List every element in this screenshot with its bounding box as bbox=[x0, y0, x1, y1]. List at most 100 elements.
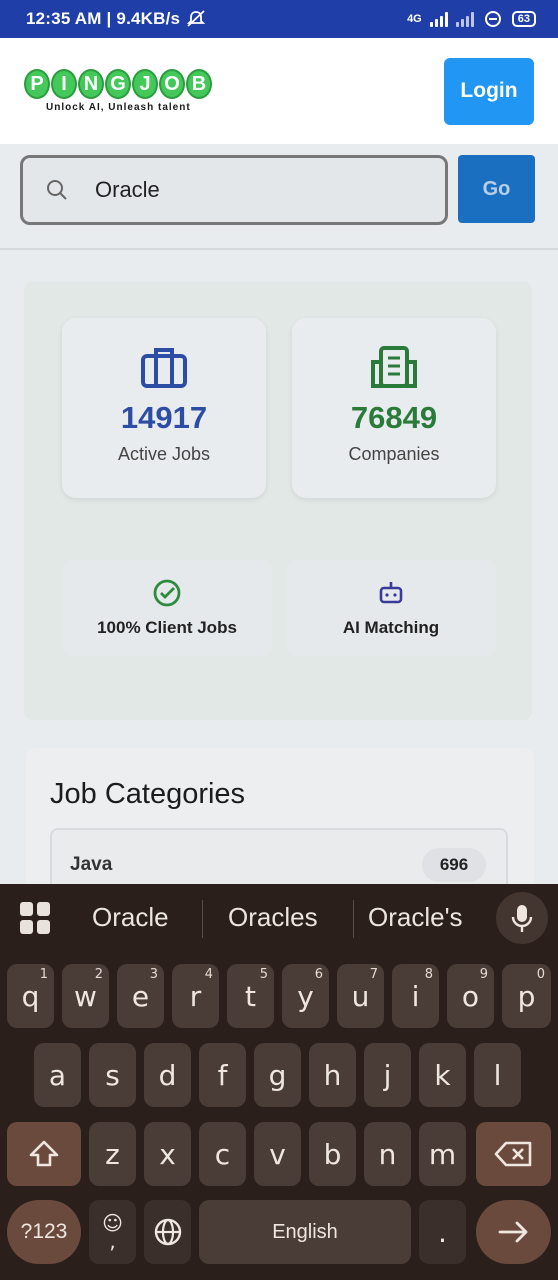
suggestion-bar: Oracle Oracles Oracle's bbox=[0, 884, 558, 952]
key-v[interactable]: v bbox=[254, 1122, 301, 1186]
active-jobs-count: 14917 bbox=[120, 400, 208, 435]
category-name: Java bbox=[70, 854, 113, 875]
key-char: w bbox=[74, 979, 97, 1013]
key-h[interactable]: h bbox=[309, 1043, 356, 1107]
key-e[interactable]: e3 bbox=[117, 964, 164, 1028]
enter-key[interactable] bbox=[476, 1200, 551, 1264]
status-bar: 12:35 AM | 9.4KB/s 4G 63 bbox=[0, 0, 558, 38]
go-button[interactable]: Go bbox=[458, 155, 535, 223]
period-key[interactable]: . bbox=[419, 1200, 466, 1264]
key-s[interactable]: s bbox=[89, 1043, 136, 1107]
category-item-java[interactable]: Java 696 bbox=[50, 828, 508, 884]
search-value: Oracle bbox=[95, 177, 160, 202]
search-row: Oracle Go bbox=[20, 155, 535, 225]
space-key[interactable]: English bbox=[199, 1200, 411, 1264]
job-categories-section: Job Categories Java 696 bbox=[26, 748, 534, 884]
key-f[interactable]: f bbox=[199, 1043, 246, 1107]
key-hint: 6 bbox=[314, 967, 323, 982]
key-u[interactable]: u7 bbox=[337, 964, 384, 1028]
check-circle-icon bbox=[153, 579, 181, 607]
apps-grid-icon[interactable] bbox=[20, 902, 52, 934]
suggestion-3[interactable]: Oracle's bbox=[368, 902, 463, 933]
key-hint: 1 bbox=[39, 967, 48, 982]
key-j[interactable]: j bbox=[364, 1043, 411, 1107]
backspace-icon bbox=[494, 1141, 531, 1167]
logo-letter: B bbox=[186, 69, 212, 99]
key-x[interactable]: x bbox=[144, 1122, 191, 1186]
key-t[interactable]: t5 bbox=[227, 964, 274, 1028]
logo-letter: P bbox=[24, 69, 50, 99]
pingjob-logo[interactable]: P I N G J O B Unlock AI, Unleash talent bbox=[24, 69, 212, 113]
shift-key[interactable] bbox=[7, 1122, 81, 1186]
emoji-key[interactable]: ☺ , bbox=[89, 1200, 136, 1264]
hotspot-icon bbox=[484, 11, 501, 27]
building-icon bbox=[371, 346, 417, 388]
key-c[interactable]: c bbox=[199, 1122, 246, 1186]
logo-letter: G bbox=[105, 69, 131, 99]
job-categories-title: Job Categories bbox=[50, 778, 246, 810]
key-char: o bbox=[461, 979, 480, 1013]
logo-tagline: Unlock AI, Unleash talent bbox=[46, 102, 191, 113]
logo-letter: J bbox=[132, 69, 158, 99]
app-header: P I N G J O B Unlock AI, Unleash talent … bbox=[0, 38, 558, 144]
briefcase-icon bbox=[141, 348, 187, 388]
key-w[interactable]: w2 bbox=[62, 964, 109, 1028]
key-m[interactable]: m bbox=[419, 1122, 466, 1186]
key-q[interactable]: q1 bbox=[7, 964, 54, 1028]
shift-arrow-icon bbox=[29, 1140, 59, 1167]
active-jobs-label: Active Jobs bbox=[117, 444, 211, 464]
network-label: 4G bbox=[407, 13, 422, 25]
key-a[interactable]: a bbox=[34, 1043, 81, 1107]
key-char: r bbox=[189, 979, 202, 1013]
key-d[interactable]: d bbox=[144, 1043, 191, 1107]
key-y[interactable]: y6 bbox=[282, 964, 329, 1028]
suggestion-2[interactable]: Oracles bbox=[228, 902, 318, 933]
key-z[interactable]: z bbox=[89, 1122, 136, 1186]
key-b[interactable]: b bbox=[309, 1122, 356, 1186]
login-button[interactable]: Login bbox=[444, 57, 534, 125]
robot-icon bbox=[379, 582, 403, 604]
divider bbox=[0, 248, 558, 250]
symbols-key[interactable]: ?123 bbox=[7, 1200, 81, 1264]
key-hint: 2 bbox=[94, 967, 103, 982]
key-g[interactable]: g bbox=[254, 1043, 301, 1107]
stat-card-active-jobs[interactable]: 14917 Active Jobs bbox=[62, 318, 266, 498]
feature-client-jobs[interactable]: 100% Client Jobs bbox=[62, 560, 272, 656]
stat-card-companies[interactable]: 76849 Companies bbox=[292, 318, 496, 498]
key-k[interactable]: k bbox=[419, 1043, 466, 1107]
key-r[interactable]: r4 bbox=[172, 964, 219, 1028]
companies-count: 76849 bbox=[350, 400, 438, 435]
search-input[interactable]: Oracle bbox=[20, 155, 448, 225]
key-char: u bbox=[351, 979, 370, 1013]
key-char: y bbox=[297, 979, 314, 1013]
key-hint: 0 bbox=[536, 967, 545, 982]
backspace-key[interactable] bbox=[476, 1122, 551, 1186]
category-count-badge: 696 bbox=[422, 848, 486, 882]
signal2-icon bbox=[455, 11, 474, 27]
key-hint: 7 bbox=[369, 967, 378, 982]
key-hint: 3 bbox=[149, 967, 158, 982]
stats-section: 14917 Active Jobs 76849 Companies 100% C… bbox=[24, 282, 532, 720]
key-l[interactable]: l bbox=[474, 1043, 521, 1107]
emoji-key-sub: , bbox=[109, 1229, 116, 1253]
key-n[interactable]: n bbox=[364, 1122, 411, 1186]
suggestion-1[interactable]: Oracle bbox=[92, 902, 169, 933]
key-char: p bbox=[517, 979, 536, 1013]
mute-icon bbox=[187, 10, 206, 27]
language-globe-key[interactable] bbox=[144, 1200, 191, 1264]
logo-letter: I bbox=[51, 69, 77, 99]
key-char: e bbox=[131, 979, 150, 1013]
key-p[interactable]: p0 bbox=[502, 964, 551, 1028]
key-hint: 5 bbox=[259, 967, 268, 982]
suggestion-divider bbox=[202, 900, 203, 938]
feature-ai-matching[interactable]: AI Matching bbox=[286, 560, 496, 656]
key-char: q bbox=[21, 979, 40, 1013]
microphone-icon[interactable] bbox=[496, 892, 548, 944]
feature-client-jobs-label: 100% Client Jobs bbox=[97, 618, 237, 637]
key-i[interactable]: i8 bbox=[392, 964, 439, 1028]
key-o[interactable]: o9 bbox=[447, 964, 494, 1028]
companies-label: Companies bbox=[348, 444, 440, 464]
logo-letters: P I N G J O B bbox=[24, 69, 212, 99]
key-char: i bbox=[411, 979, 420, 1013]
battery-icon: 63 bbox=[511, 11, 536, 27]
